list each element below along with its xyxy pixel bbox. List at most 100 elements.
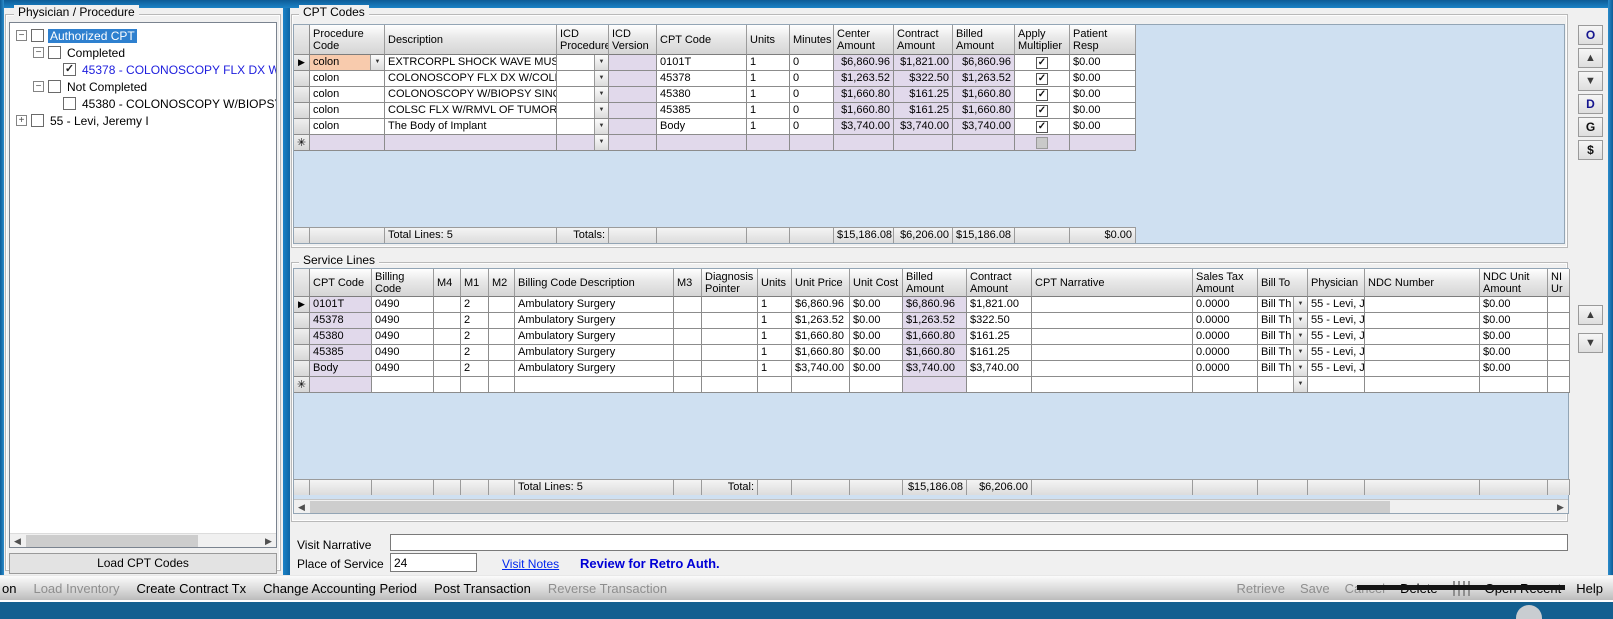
service-cell-billed_amount[interactable]: $3,740.00 bbox=[903, 361, 967, 377]
service-cell-bill_to[interactable]: Bill Th▼ bbox=[1258, 329, 1308, 345]
cpt-cell-procedure_code[interactable]: colon▼ bbox=[310, 55, 385, 71]
cpt-cell-units[interactable]: 1 bbox=[747, 87, 790, 103]
service-cell-m4[interactable] bbox=[434, 297, 461, 313]
service-cell-m3[interactable] bbox=[674, 329, 702, 345]
cpt-cell-center_amount[interactable]: $3,740.00 bbox=[834, 119, 894, 135]
load-cpt-codes-button[interactable]: Load CPT Codes bbox=[9, 553, 277, 574]
cpt-column-header[interactable]: Contract Amount bbox=[894, 25, 953, 55]
tree-scroll-thumb[interactable] bbox=[26, 535, 198, 547]
service-cell-cpt_narrative[interactable] bbox=[1032, 297, 1193, 313]
collapse-icon[interactable]: − bbox=[33, 47, 44, 58]
service-cell-description[interactable]: Ambulatory Surgery bbox=[515, 297, 674, 313]
cpt-cell-description[interactable]: COLSC FLX W/RMVL OF TUMOR F bbox=[385, 103, 557, 119]
service-cell-diagnosis_pointer[interactable] bbox=[702, 297, 758, 313]
cpt-cell-contract_amount[interactable] bbox=[894, 135, 953, 151]
service-cell-m2[interactable] bbox=[489, 313, 515, 329]
cpt-cell-icd_version[interactable] bbox=[609, 87, 657, 103]
row-selector[interactable] bbox=[294, 71, 310, 87]
cpt-cell-description[interactable] bbox=[385, 135, 557, 151]
service-cell-diagnosis_pointer[interactable] bbox=[702, 329, 758, 345]
cpt-column-header[interactable]: Billed Amount bbox=[953, 25, 1015, 55]
new-row-marker[interactable]: ✳ bbox=[294, 135, 310, 151]
apply-multiplier-checkbox[interactable]: ✓ bbox=[1036, 57, 1048, 69]
cpt-cell-cpt_code[interactable]: 45380 bbox=[657, 87, 747, 103]
service-cell-billing_code[interactable]: 0490 bbox=[372, 345, 434, 361]
cpt-cell-units[interactable]: 1 bbox=[747, 55, 790, 71]
tree-checkbox[interactable] bbox=[48, 80, 61, 93]
service-column-header[interactable]: M2 bbox=[489, 269, 515, 297]
service-column-header[interactable]: Billed Amount bbox=[903, 269, 967, 297]
cpt-cell-minutes[interactable] bbox=[790, 135, 834, 151]
service-cell-contract_amount[interactable]: $3,740.00 bbox=[967, 361, 1032, 377]
service-cell-units[interactable]: 1 bbox=[758, 345, 792, 361]
dropdown-button[interactable]: ▼ bbox=[594, 103, 608, 118]
service-cell-m4[interactable] bbox=[434, 377, 461, 393]
service-cell-contract_amount[interactable] bbox=[967, 377, 1032, 393]
dropdown-button[interactable]: ▼ bbox=[594, 87, 608, 102]
tree-horizontal-scrollbar[interactable]: ◀ ▶ bbox=[10, 533, 276, 547]
service-column-header[interactable]: Physician bbox=[1308, 269, 1365, 297]
service-cell-unit_price[interactable]: $1,660.80 bbox=[792, 345, 850, 361]
tree-item[interactable]: −Completed bbox=[10, 44, 276, 61]
cpt-cell-description[interactable]: EXTRCORPL SHOCK WAVE MUSC bbox=[385, 55, 557, 71]
cpt-column-header[interactable]: Procedure Code bbox=[310, 25, 385, 55]
cpt-row[interactable]: ▶colon▼EXTRCORPL SHOCK WAVE MUSC▼0101T10… bbox=[294, 55, 1136, 71]
cpt-cell-icd_procedure[interactable]: ▼ bbox=[557, 55, 609, 71]
cpt-cell-icd_procedure[interactable]: ▼ bbox=[557, 103, 609, 119]
toolbar-item-on[interactable]: on bbox=[2, 581, 16, 596]
service-cell-billing_code[interactable]: 0490 bbox=[372, 297, 434, 313]
service-cell-physician[interactable] bbox=[1308, 377, 1365, 393]
dropdown-button[interactable]: ▼ bbox=[1293, 329, 1307, 344]
service-cell-m3[interactable] bbox=[674, 297, 702, 313]
row-selector[interactable] bbox=[294, 329, 310, 345]
scroll-right-icon[interactable]: ▶ bbox=[1553, 500, 1568, 514]
cpt-cell-billed_amount[interactable]: $1,660.80 bbox=[953, 87, 1015, 103]
service-cell-cpt_narrative[interactable] bbox=[1032, 313, 1193, 329]
tree-item[interactable]: −Not Completed bbox=[10, 78, 276, 95]
service-row[interactable]: 4538504902Ambulatory Surgery1$1,660.80$0… bbox=[294, 345, 1570, 361]
service-column-header[interactable]: M4 bbox=[434, 269, 461, 297]
cpt-cell-icd_version[interactable] bbox=[609, 119, 657, 135]
cpt-cell-billed_amount[interactable] bbox=[953, 135, 1015, 151]
service-cell-units[interactable]: 1 bbox=[758, 361, 792, 377]
cpt-cell-apply_multiplier[interactable]: ✓ bbox=[1015, 103, 1070, 119]
service-row[interactable]: ▶0101T04902Ambulatory Surgery1$6,860.96$… bbox=[294, 297, 1570, 313]
service-cell-bill_to[interactable]: ▼ bbox=[1258, 377, 1308, 393]
service-new-row[interactable]: ✳▼ bbox=[294, 377, 1570, 393]
service-cell-ndc_unit_amount[interactable]: $0.00 bbox=[1480, 329, 1548, 345]
cpt-cell-contract_amount[interactable]: $1,821.00 bbox=[894, 55, 953, 71]
service-cell-billed_amount[interactable]: $1,660.80 bbox=[903, 329, 967, 345]
service-cell-m1[interactable] bbox=[461, 377, 489, 393]
tree-checkbox[interactable] bbox=[31, 29, 44, 42]
cpt-cell-patient_resp[interactable]: $0.00 bbox=[1070, 119, 1136, 135]
service-cell-ndc_trunc[interactable] bbox=[1548, 377, 1570, 393]
service-column-header[interactable]: M1 bbox=[461, 269, 489, 297]
service-cell-diagnosis_pointer[interactable] bbox=[702, 361, 758, 377]
service-cell-billed_amount[interactable]: $6,860.96 bbox=[903, 297, 967, 313]
cpt-cell-minutes[interactable]: 0 bbox=[790, 71, 834, 87]
service-cell-sales_tax[interactable]: 0.0000 bbox=[1193, 313, 1258, 329]
cpt-cell-units[interactable]: 1 bbox=[747, 119, 790, 135]
cpt-cell-icd_version[interactable] bbox=[609, 71, 657, 87]
row-selector[interactable] bbox=[294, 361, 310, 377]
cpt-cell-apply_multiplier[interactable]: ✓ bbox=[1015, 71, 1070, 87]
service-cell-m3[interactable] bbox=[674, 313, 702, 329]
service-cell-cpt_code[interactable]: Body bbox=[310, 361, 372, 377]
cpt-cell-icd_procedure[interactable]: ▼ bbox=[557, 135, 609, 151]
service-cell-physician[interactable]: 55 - Levi, J bbox=[1308, 297, 1365, 313]
service-cell-billing_code[interactable]: 0490 bbox=[372, 313, 434, 329]
service-cell-units[interactable]: 1 bbox=[758, 329, 792, 345]
service-cell-billed_amount[interactable] bbox=[903, 377, 967, 393]
cpt-cell-contract_amount[interactable]: $3,740.00 bbox=[894, 119, 953, 135]
service-cell-description[interactable]: Ambulatory Surgery bbox=[515, 329, 674, 345]
service-row[interactable]: Body04902Ambulatory Surgery1$3,740.00$0.… bbox=[294, 361, 1570, 377]
cpt-row[interactable]: colonCOLONOSCOPY FLX DX W/COLLJ▼4537810$… bbox=[294, 71, 1136, 87]
service-side-button-down[interactable]: ▼ bbox=[1578, 333, 1603, 353]
cpt-cell-description[interactable]: COLONOSCOPY W/BIOPSY SINGL bbox=[385, 87, 557, 103]
service-cell-diagnosis_pointer[interactable] bbox=[702, 377, 758, 393]
service-cell-contract_amount[interactable]: $322.50 bbox=[967, 313, 1032, 329]
service-column-header[interactable]: M3 bbox=[674, 269, 702, 297]
cpt-cell-procedure_code[interactable] bbox=[310, 135, 385, 151]
service-cell-ndc_number[interactable] bbox=[1365, 345, 1480, 361]
tree-checkbox[interactable] bbox=[63, 97, 76, 110]
